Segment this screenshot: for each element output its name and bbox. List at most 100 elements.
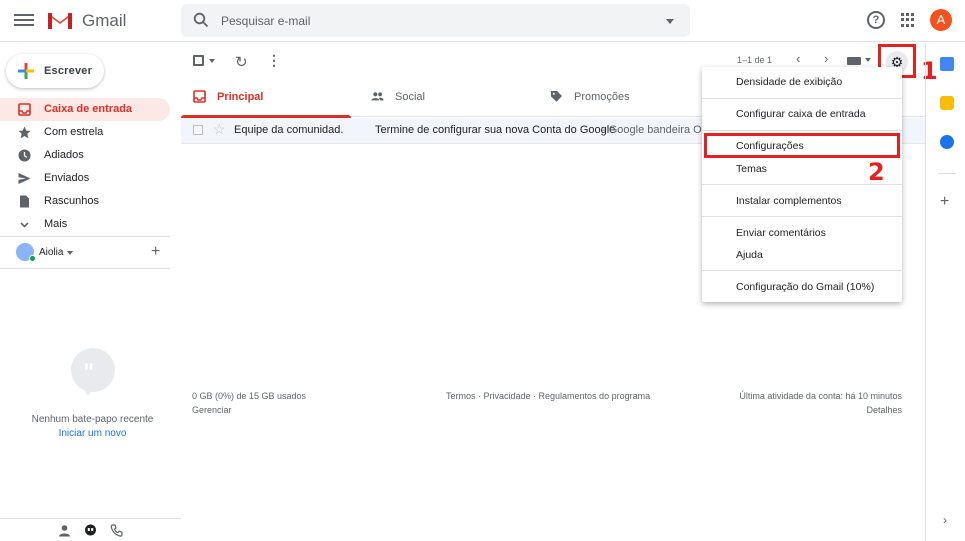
sidebar-item-label: Com estrela bbox=[44, 126, 104, 138]
calendar-icon[interactable] bbox=[940, 57, 954, 71]
compose-label: Escrever bbox=[44, 65, 93, 77]
menu-item-label: Configurar caixa de entrada bbox=[736, 108, 866, 120]
annotation-step-2: 2 bbox=[868, 158, 885, 186]
hangouts-user-name[interactable]: Aiolia bbox=[39, 247, 63, 258]
person-icon[interactable] bbox=[58, 524, 71, 537]
sidebar-divider bbox=[0, 236, 170, 237]
apps-grid-icon[interactable] bbox=[901, 13, 915, 27]
keyboard-icon[interactable] bbox=[847, 57, 861, 65]
pager-count: 1–1 de 1 bbox=[737, 55, 773, 65]
search-icon[interactable] bbox=[193, 12, 209, 28]
expand-panel-icon[interactable]: › bbox=[943, 513, 947, 527]
email-subject[interactable]: Termine de configurar sua nova Conta do … bbox=[375, 124, 615, 136]
email-snippet[interactable]: - Google bandeira Olá bbox=[602, 124, 702, 136]
phone-icon[interactable] bbox=[110, 524, 123, 537]
sidebar-item-label: Enviados bbox=[44, 172, 90, 184]
next-page-icon[interactable]: › bbox=[824, 51, 828, 66]
menu-item-gmail-setup[interactable]: Configuração do Gmail (10%) bbox=[702, 277, 902, 297]
menu-divider bbox=[702, 130, 902, 131]
gmail-logo-icon[interactable] bbox=[46, 9, 74, 31]
annotation-highlight-settings bbox=[704, 133, 900, 158]
menu-item-send-feedback[interactable]: Enviar comentários bbox=[702, 223, 902, 243]
hangouts-icon[interactable] bbox=[84, 524, 97, 537]
menu-item-configure-inbox[interactable]: Configurar caixa de entrada bbox=[702, 104, 902, 124]
prev-page-icon[interactable]: ‹ bbox=[796, 51, 800, 66]
menu-item-help[interactable]: Ajuda bbox=[702, 245, 902, 265]
search-options-caret-icon[interactable] bbox=[666, 19, 674, 24]
search-bar[interactable] bbox=[181, 4, 690, 37]
no-chat-text: Nenhum bate-papo recente bbox=[31, 414, 154, 425]
more-vert-icon[interactable]: ⋮ bbox=[267, 52, 281, 69]
sidebar-item-drafts[interactable]: Rascunhos bbox=[0, 190, 170, 213]
legal-links[interactable]: Termos · Privacidade · Regulamentos do p… bbox=[446, 391, 650, 401]
inbox-icon bbox=[18, 103, 31, 116]
tag-icon bbox=[551, 91, 562, 102]
select-all-checkbox[interactable] bbox=[193, 55, 204, 66]
menu-divider bbox=[702, 216, 902, 217]
help-icon[interactable]: ? bbox=[867, 11, 885, 29]
account-avatar[interactable]: A bbox=[930, 9, 952, 31]
tab-social[interactable]: Social bbox=[359, 77, 529, 117]
add-contact-icon[interactable]: + bbox=[151, 243, 160, 261]
sidebar-item-sent[interactable]: Enviados bbox=[0, 167, 170, 190]
app-name[interactable]: Gmail bbox=[82, 11, 126, 31]
select-options-caret-icon[interactable] bbox=[209, 59, 215, 63]
last-activity: Última atividade da conta: há 10 minutos bbox=[739, 391, 902, 401]
tab-principal[interactable]: Principal bbox=[181, 77, 351, 118]
side-panel-divider bbox=[938, 173, 956, 174]
sidebar-item-label: Adiados bbox=[44, 149, 84, 161]
inbox-icon bbox=[193, 90, 206, 103]
main-menu-icon[interactable] bbox=[14, 11, 34, 31]
menu-divider bbox=[702, 98, 902, 99]
manage-storage-link[interactable]: Gerenciar bbox=[192, 405, 232, 415]
menu-item-label: Enviar comentários bbox=[736, 227, 826, 239]
get-addons-icon[interactable]: + bbox=[940, 193, 949, 211]
draft-icon bbox=[20, 195, 29, 208]
hangouts-bubble-tail bbox=[82, 386, 94, 396]
sidebar-item-snoozed[interactable]: Adiados bbox=[0, 144, 170, 167]
menu-item-label: Densidade de exibição bbox=[736, 76, 843, 88]
tab-label: Promoções bbox=[574, 91, 630, 103]
sidebar-item-starred[interactable]: Com estrela bbox=[0, 121, 170, 144]
star-outline-icon[interactable]: ☆ bbox=[213, 121, 226, 138]
tab-promocoes[interactable]: Promoções bbox=[538, 77, 708, 117]
compose-plus-icon bbox=[18, 63, 34, 79]
keep-icon[interactable] bbox=[940, 96, 954, 110]
app-header: Gmail ? A bbox=[0, 0, 965, 42]
sidebar-item-inbox[interactable]: Caixa de entrada bbox=[0, 98, 170, 121]
star-icon bbox=[18, 126, 31, 139]
refresh-icon[interactable]: ↻ bbox=[235, 53, 248, 71]
menu-item-display-density[interactable]: Densidade de exibição bbox=[702, 72, 902, 92]
hangouts-caret-icon[interactable] bbox=[67, 251, 73, 255]
menu-item-label: Instalar complementos bbox=[736, 195, 842, 207]
tasks-icon[interactable] bbox=[940, 135, 954, 149]
hangouts-user[interactable]: Aiolia + bbox=[16, 243, 181, 263]
tab-label: Social bbox=[395, 91, 425, 103]
input-tools-caret-icon[interactable] bbox=[865, 58, 871, 62]
chevron-down-icon bbox=[20, 222, 29, 228]
tab-label: Principal bbox=[217, 91, 264, 103]
menu-item-label: Temas bbox=[736, 163, 767, 175]
sidebar-item-label: Caixa de entrada bbox=[44, 103, 133, 115]
start-new-chat-link[interactable]: Iniciar um novo bbox=[0, 428, 185, 439]
sidebar-divider bbox=[0, 268, 170, 269]
sidebar-nav: Caixa de entrada Com estrela Adiados Env… bbox=[0, 98, 170, 236]
people-icon bbox=[371, 92, 384, 101]
search-input[interactable] bbox=[221, 11, 641, 31]
sidebar-footer bbox=[0, 518, 181, 541]
sidebar-item-label: Rascunhos bbox=[44, 195, 100, 207]
menu-item-label: Ajuda bbox=[736, 249, 763, 261]
menu-item-install-addons[interactable]: Instalar complementos bbox=[702, 191, 902, 211]
side-panel: + › bbox=[925, 43, 965, 541]
online-status-icon bbox=[29, 255, 36, 262]
clock-icon bbox=[18, 149, 31, 162]
menu-item-label: Configuração do Gmail (10%) bbox=[736, 281, 875, 293]
storage-usage: 0 GB (0%) de 15 GB usados bbox=[192, 391, 307, 401]
sidebar-item-label: Mais bbox=[44, 218, 68, 230]
row-checkbox[interactable] bbox=[193, 125, 203, 135]
menu-divider bbox=[702, 270, 902, 271]
email-sender[interactable]: Equipe da comunidad. bbox=[234, 124, 343, 136]
activity-details-link[interactable]: Detalhes bbox=[866, 405, 902, 415]
compose-button[interactable]: Escrever bbox=[6, 54, 104, 88]
sidebar-item-more[interactable]: Mais bbox=[0, 213, 170, 236]
